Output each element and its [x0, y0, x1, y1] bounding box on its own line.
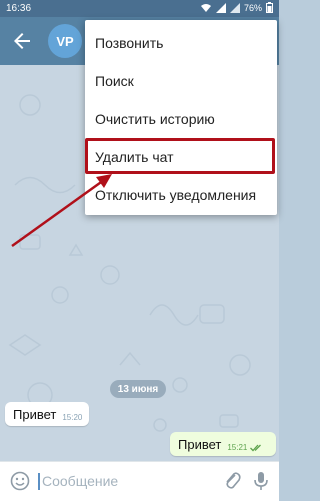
- back-arrow-icon[interactable]: [10, 29, 34, 53]
- signal-icon: [215, 2, 226, 13]
- message-outgoing: Привет 15:21: [170, 432, 276, 456]
- status-time: 16:36: [6, 3, 32, 14]
- microphone-icon[interactable]: [252, 470, 270, 492]
- wifi-icon: [200, 3, 212, 13]
- message-text: Привет: [13, 406, 57, 422]
- status-icons: 76%: [200, 2, 273, 13]
- text-cursor: [38, 473, 40, 490]
- message-time: 15:21: [227, 442, 248, 452]
- avatar[interactable]: VP: [48, 24, 82, 58]
- battery-icon: [266, 2, 273, 13]
- signal-icon-2: [229, 2, 240, 13]
- emoji-icon[interactable]: [10, 471, 30, 491]
- paperclip-icon[interactable]: [222, 470, 242, 492]
- message-text: Привет: [178, 436, 222, 452]
- date-divider: 13 июня: [110, 380, 166, 398]
- overflow-menu: Позвонить Поиск Очистить историю Удалить…: [85, 20, 277, 215]
- double-check-icon: [250, 440, 263, 455]
- message-input[interactable]: [42, 471, 192, 491]
- annotation-highlight-box: [85, 138, 275, 174]
- menu-item-mute-notifications[interactable]: Отключить уведомления: [85, 176, 277, 214]
- message-time: 15:20: [62, 412, 83, 422]
- compose-bar: [0, 461, 279, 501]
- menu-item-clear-history[interactable]: Очистить историю: [85, 100, 277, 138]
- battery-percent: 76%: [243, 2, 262, 13]
- menu-item-search[interactable]: Поиск: [85, 62, 277, 100]
- message-incoming: Привет 15:20: [5, 402, 89, 426]
- status-bar: 16:36 76%: [0, 0, 279, 17]
- menu-item-call[interactable]: Позвонить: [85, 24, 277, 62]
